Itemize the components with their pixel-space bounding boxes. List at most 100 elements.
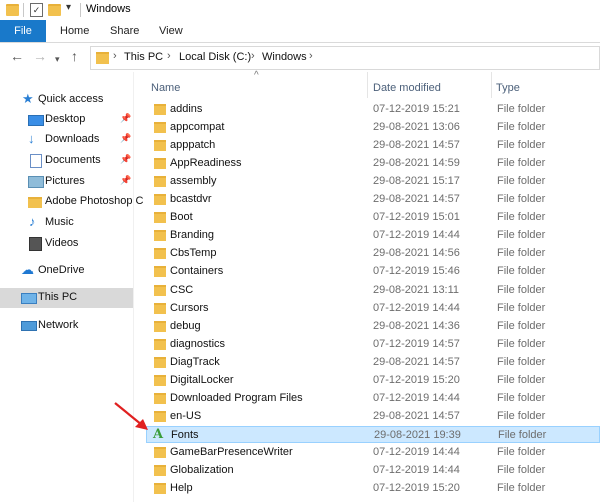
file-name: Downloaded Program Files <box>170 391 303 404</box>
chevron-right-icon[interactable]: › <box>251 50 255 62</box>
file-name: Branding <box>170 229 215 242</box>
file-type: File folder <box>497 193 546 206</box>
table-row[interactable]: DiagTrack 29-08-2021 14:57 File folder <box>146 354 600 371</box>
file-type: File folder <box>497 355 546 368</box>
file-name: en-US <box>170 409 202 422</box>
file-date-modified: 07-12-2019 14:57 <box>373 337 460 350</box>
chevron-right-icon[interactable]: › <box>113 50 117 62</box>
nav-network[interactable]: Network <box>0 316 133 336</box>
folder-icon <box>154 266 166 278</box>
column-header-name[interactable]: Name <box>151 82 180 94</box>
table-row[interactable]: Containers 07-12-2019 15:46 File folder <box>146 263 600 280</box>
new-folder-icon[interactable] <box>48 4 61 16</box>
table-row[interactable]: apppatch 29-08-2021 14:57 File folder <box>146 137 600 154</box>
table-row[interactable]: Cursors 07-12-2019 14:44 File folder <box>146 300 600 317</box>
folder-icon <box>154 302 166 314</box>
breadcrumb-windows[interactable]: Windows <box>262 51 307 63</box>
pin-icon[interactable]: 📌 <box>120 175 131 186</box>
table-row[interactable]: Globalization 07-12-2019 14:44 File folder <box>146 462 600 479</box>
nav-item-adobe-photoshop[interactable]: Adobe Photoshop C <box>0 192 143 212</box>
file-date-modified: 29-08-2021 14:57 <box>373 355 460 368</box>
table-row[interactable]: DigitalLocker 07-12-2019 15:20 File folder <box>146 372 600 389</box>
table-row[interactable]: assembly 29-08-2021 15:17 File folder <box>146 173 600 190</box>
file-type: File folder <box>497 157 546 170</box>
breadcrumb-this-pc[interactable]: This PC <box>124 51 163 63</box>
back-arrow-icon[interactable]: ← <box>10 48 24 64</box>
column-divider[interactable] <box>491 72 492 98</box>
nav-label: Documents <box>45 154 101 166</box>
properties-icon[interactable]: ✓ <box>30 3 43 17</box>
column-header-date[interactable]: Date modified <box>373 82 441 94</box>
forward-arrow-icon[interactable]: → <box>33 48 47 64</box>
table-row[interactable]: Boot 07-12-2019 15:01 File folder <box>146 209 600 226</box>
file-type: File folder <box>497 247 546 260</box>
nav-item-desktop[interactable]: Desktop 📌 <box>0 110 133 130</box>
table-row[interactable]: AppReadiness 29-08-2021 14:59 File folder <box>146 155 600 172</box>
table-row[interactable]: Help 07-12-2019 15:20 File folder <box>146 480 600 497</box>
table-row[interactable]: bcastdvr 29-08-2021 14:57 File folder <box>146 191 600 208</box>
address-bar[interactable]: › This PC › Local Disk (C:) › Windows › <box>90 46 600 70</box>
table-row[interactable]: debug 29-08-2021 14:36 File folder <box>146 318 600 335</box>
table-row[interactable]: Branding 07-12-2019 14:44 File folder <box>146 227 600 244</box>
pin-icon[interactable]: 📌 <box>120 113 131 124</box>
file-date-modified: 07-12-2019 14:44 <box>373 301 460 314</box>
folder-icon <box>154 194 166 206</box>
column-header-type[interactable]: Type <box>496 82 520 94</box>
file-name: Containers <box>170 265 224 278</box>
customize-toolbar-icon[interactable]: ▾ <box>66 2 71 13</box>
file-date-modified: 29-08-2021 13:06 <box>373 121 460 134</box>
folder-icon <box>154 230 166 242</box>
file-name: Help <box>170 482 193 495</box>
nav-item-documents[interactable]: Documents 📌 <box>0 151 133 171</box>
recent-chevron-icon[interactable]: ▾ <box>55 51 60 67</box>
computer-icon <box>21 293 37 304</box>
tab-file[interactable]: File <box>0 20 46 42</box>
nav-item-videos[interactable]: Videos <box>0 234 133 254</box>
file-date-modified: 07-12-2019 15:20 <box>373 373 460 386</box>
pin-icon[interactable]: 📌 <box>120 133 131 144</box>
file-type: File folder <box>497 391 546 404</box>
nav-onedrive[interactable]: ☁ OneDrive <box>0 261 133 281</box>
pin-icon[interactable]: 📌 <box>120 154 131 165</box>
table-row[interactable]: Downloaded Program Files 07-12-2019 14:44… <box>146 390 600 407</box>
breadcrumb-local-disk[interactable]: Local Disk (C:) <box>179 51 251 63</box>
tab-share[interactable]: Share <box>110 20 139 42</box>
tab-home[interactable]: Home <box>60 20 89 42</box>
nav-item-downloads[interactable]: ↓ Downloads 📌 <box>0 130 133 150</box>
table-row[interactable]: GameBarPresenceWriter 07-12-2019 14:44 Fil… <box>146 444 600 461</box>
nav-item-pictures[interactable]: Pictures 📌 <box>0 172 133 192</box>
cloud-icon: ☁ <box>21 262 34 277</box>
nav-this-pc[interactable]: This PC <box>0 288 133 308</box>
tab-view[interactable]: View <box>159 20 183 42</box>
file-date-modified: 29-08-2021 14:36 <box>373 319 460 332</box>
file-date-modified: 29-08-2021 15:17 <box>373 175 460 188</box>
file-list: ^ Name Date modified Type addins 07-12-20… <box>134 70 600 502</box>
column-divider[interactable] <box>367 72 368 98</box>
column-header-row: ^ Name Date modified Type <box>134 70 600 98</box>
table-row[interactable]: appcompat 29-08-2021 13:06 File folder <box>146 119 600 136</box>
table-row[interactable]: en-US 29-08-2021 14:57 File folder <box>146 408 600 425</box>
file-type: File folder <box>497 445 546 458</box>
file-date-modified: 29-08-2021 13:11 <box>373 283 460 296</box>
file-type: File folder <box>497 211 546 224</box>
desktop-icon <box>28 115 44 126</box>
chevron-right-icon[interactable]: › <box>167 50 171 62</box>
nav-label: Pictures <box>45 175 85 187</box>
up-arrow-icon[interactable]: ↑ <box>71 48 78 64</box>
file-date-modified: 29-08-2021 14:59 <box>373 157 460 170</box>
file-date-modified: 07-12-2019 15:20 <box>373 482 460 495</box>
file-name: CbsTemp <box>170 247 217 260</box>
chevron-right-icon[interactable]: › <box>309 50 313 62</box>
folder-icon <box>6 4 19 16</box>
table-row[interactable]: CbsTemp 29-08-2021 14:56 File folder <box>146 245 600 262</box>
table-row[interactable]: CSC 29-08-2021 13:11 File folder <box>146 282 600 299</box>
nav-item-music[interactable]: ♪ Music <box>0 213 133 233</box>
table-row[interactable]: diagnostics 07-12-2019 14:57 File folder <box>146 336 600 353</box>
folder-icon <box>154 446 166 458</box>
folder-icon <box>154 176 166 188</box>
table-row[interactable]: addins 07-12-2019 15:21 File folder <box>146 101 600 118</box>
file-type: File folder <box>497 464 546 476</box>
file-type: File folder <box>497 121 546 134</box>
nav-quick-access[interactable]: ★ Quick access <box>0 90 133 110</box>
table-row[interactable]: A Fonts 29-08-2021 19:39 File folder <box>146 425 600 443</box>
